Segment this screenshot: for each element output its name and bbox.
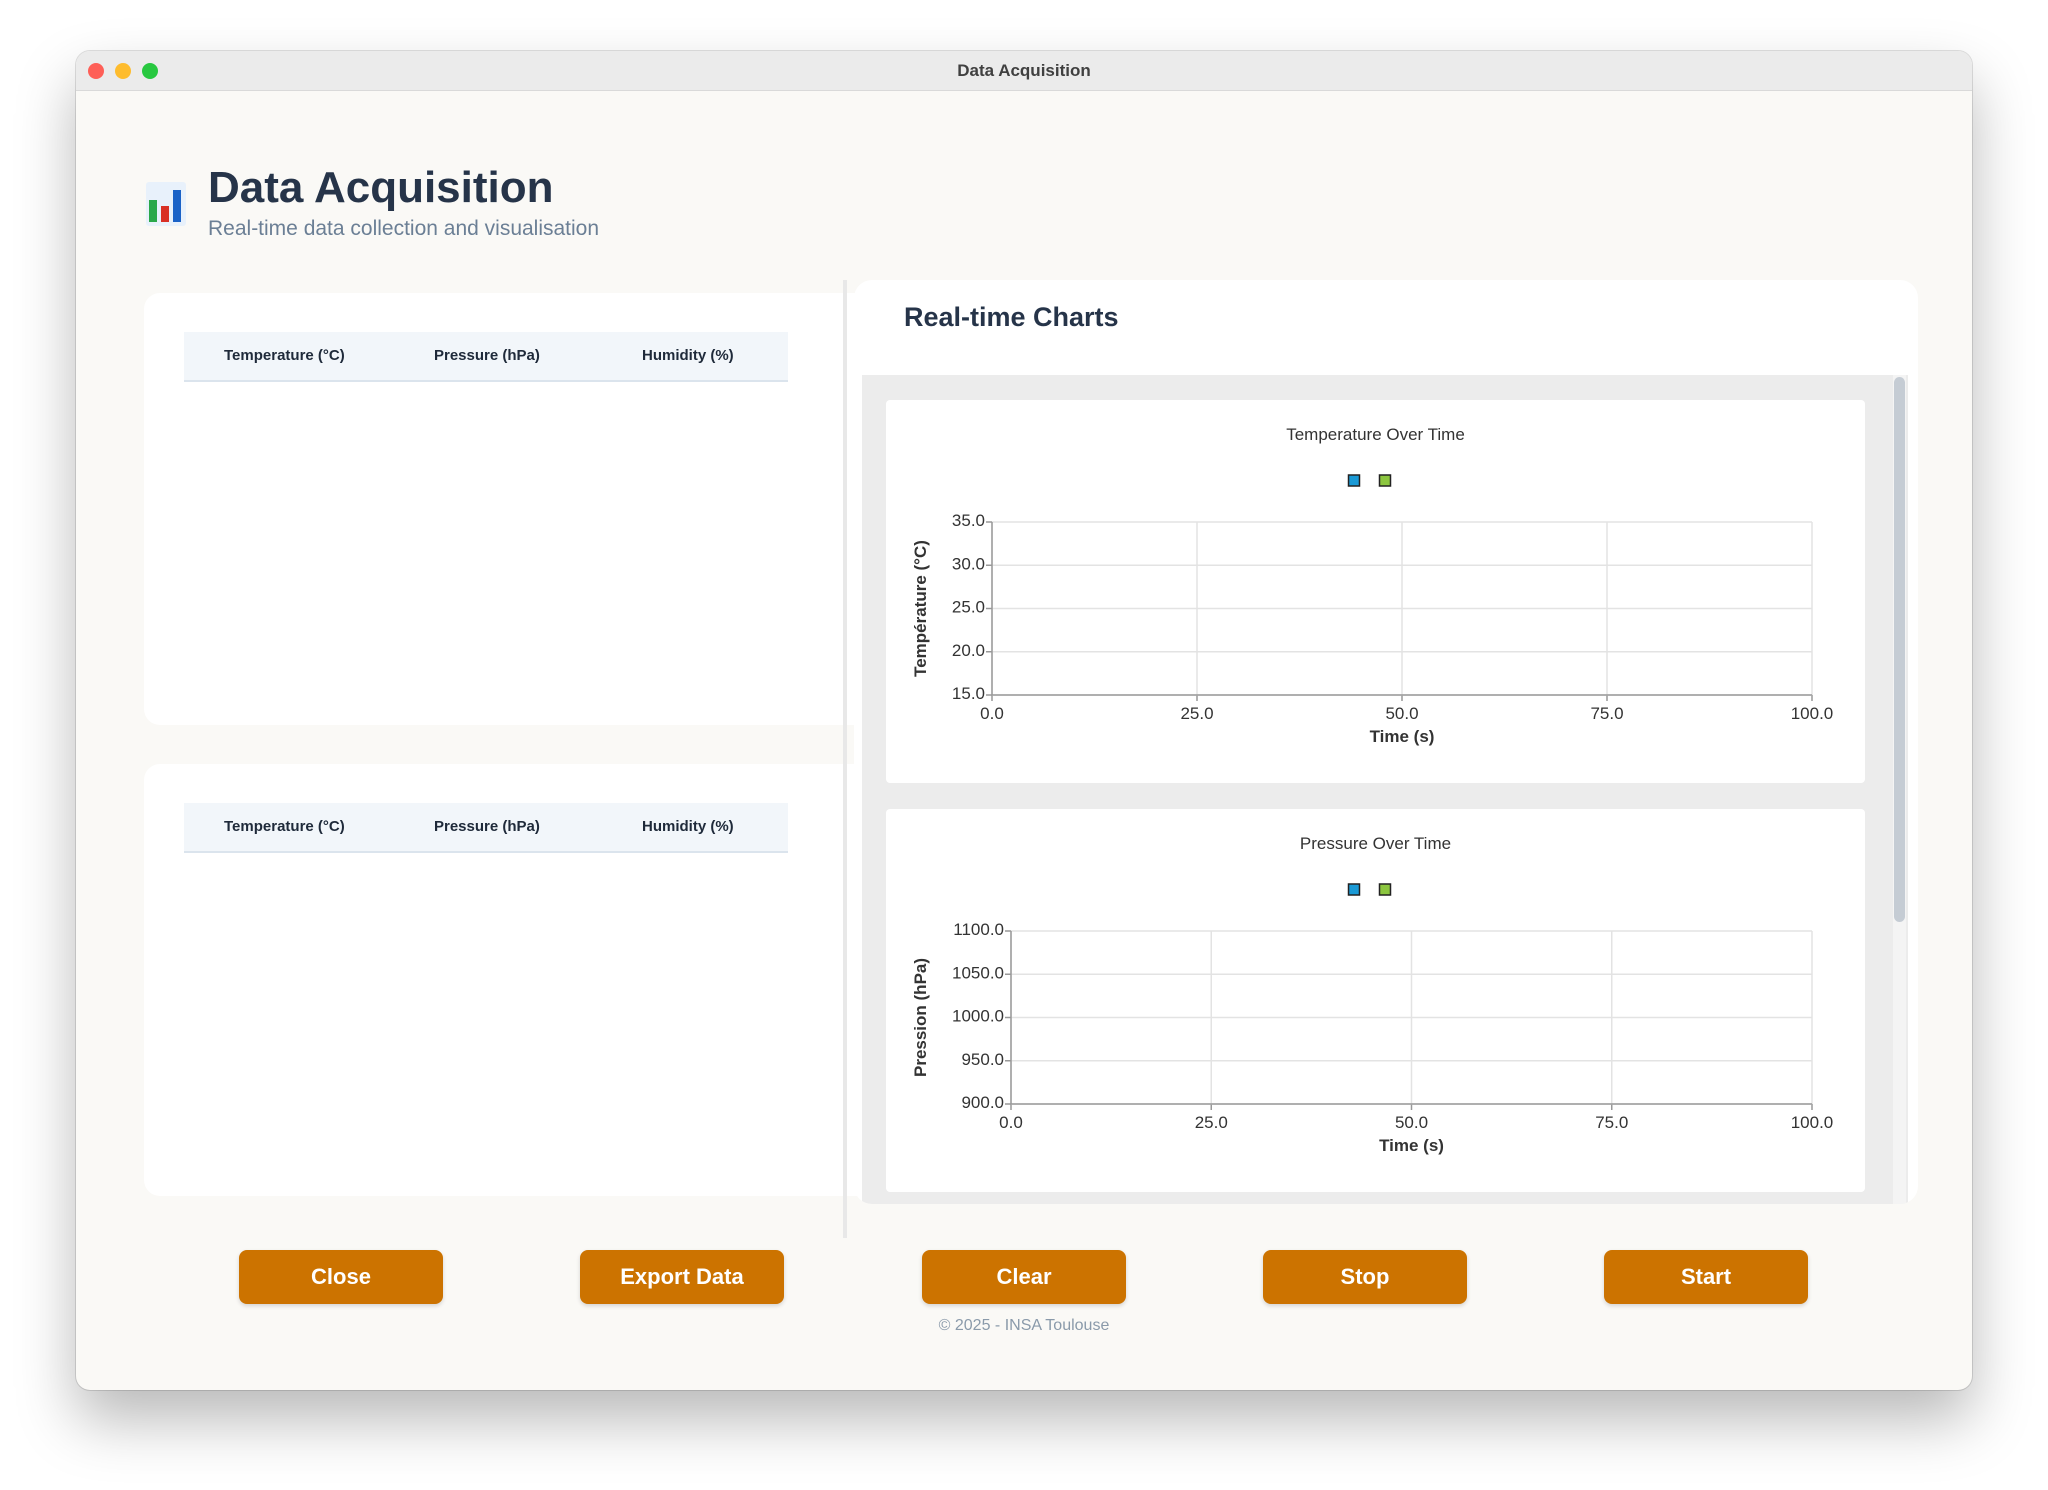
column-header-temperature: Temperature (°C) <box>224 347 345 364</box>
page-subtitle: Real-time data collection and visualisat… <box>208 217 600 240</box>
x-axis-title: Time (s) <box>1379 1136 1444 1155</box>
legend-swatch <box>1347 883 1361 896</box>
table-header: Temperature (°C) Pressure (hPa) Humidity… <box>184 803 788 853</box>
temperature-chart-card: Temperature Over Time 0.0 25.0 50.0 75.0 100.… <box>886 400 1865 783</box>
y-tick-label: 1050.0 <box>952 963 1004 982</box>
temperature-chart: Temperature Over Time 0.0 25.0 50.0 75.0 100.… <box>911 425 1834 746</box>
x-tick-label: 25.0 <box>1195 1113 1228 1132</box>
y-tick-label: 20.0 <box>952 641 985 660</box>
app-window: Data Acquisition Data Acquisition Real-t… <box>76 51 1972 1390</box>
column-header-temperature: Temperature (°C) <box>224 818 345 835</box>
start-button[interactable]: Start <box>1604 1250 1808 1304</box>
x-tick-label: 50.0 <box>1395 1113 1428 1132</box>
legend-swatch <box>1347 474 1361 487</box>
title-bar: Data Acquisition <box>76 51 1972 91</box>
charts-panel-title: Real-time Charts <box>904 302 1119 332</box>
data-table-card-2: Temperature (°C) Pressure (hPa) Humidity… <box>144 764 906 1196</box>
y-tick-label: 35.0 <box>952 511 985 530</box>
panel-divider[interactable] <box>843 280 847 1238</box>
footer-copyright: © 2025 - INSA Toulouse <box>938 1317 1110 1334</box>
y-tick-label: 30.0 <box>952 554 985 573</box>
stop-button[interactable]: Stop <box>1263 1250 1467 1304</box>
data-table-card-1: Temperature (°C) Pressure (hPa) Humidity… <box>144 293 906 725</box>
x-tick-label: 25.0 <box>1180 704 1213 723</box>
x-tick-label: 0.0 <box>980 704 1004 723</box>
x-tick-label: 100.0 <box>1791 704 1834 723</box>
y-tick-label: 25.0 <box>952 598 985 617</box>
y-tick-label: 1100.0 <box>953 920 1004 939</box>
y-tick-label: 950.0 <box>961 1050 1004 1069</box>
charts-panel: Real-time Charts Temperature Over Time 0.… <box>854 280 1918 1204</box>
x-tick-label: 75.0 <box>1590 704 1623 723</box>
page-title: Data Acquisition <box>208 163 554 212</box>
x-tick-label: 100.0 <box>1791 1113 1834 1132</box>
column-header-pressure: Pressure (hPa) <box>434 818 540 835</box>
pressure-chart-card: Pressure Over Time 0.0 25.0 50.0 75.0 100.0 90… <box>886 809 1865 1192</box>
column-header-pressure: Pressure (hPa) <box>434 347 540 364</box>
pressure-chart: Pressure Over Time 0.0 25.0 50.0 75.0 100.0 90… <box>911 834 1834 1155</box>
chart-title: Pressure Over Time <box>1300 834 1451 853</box>
chart-title: Temperature Over Time <box>1286 425 1465 444</box>
scrollbar-thumb[interactable] <box>1894 377 1905 922</box>
y-axis-title: Température (°C) <box>911 540 930 677</box>
y-tick-label: 1000.0 <box>952 1007 1004 1026</box>
window-title: Data Acquisition <box>957 61 1091 80</box>
x-tick-label: 0.0 <box>999 1113 1023 1132</box>
y-axis-title: Pression (hPa) <box>911 958 930 1077</box>
table-header: Temperature (°C) Pressure (hPa) Humidity… <box>184 332 788 382</box>
export-data-button[interactable]: Export Data <box>580 1250 784 1304</box>
x-tick-label: 75.0 <box>1595 1113 1628 1132</box>
y-tick-label: 900.0 <box>961 1093 1004 1112</box>
legend-swatch <box>1378 474 1392 487</box>
column-header-humidity: Humidity (%) <box>642 818 734 835</box>
clear-button[interactable]: Clear <box>922 1250 1126 1304</box>
legend-swatch <box>1378 883 1392 896</box>
close-button[interactable]: Close <box>239 1250 443 1304</box>
bar-chart-icon <box>146 182 186 226</box>
x-axis-title: Time (s) <box>1370 727 1435 746</box>
x-tick-label: 50.0 <box>1385 704 1418 723</box>
charts-scroll-area[interactable]: Temperature Over Time 0.0 25.0 50.0 75.0 100.… <box>862 375 1908 1204</box>
column-header-humidity: Humidity (%) <box>642 347 734 364</box>
y-tick-label: 15.0 <box>952 684 985 703</box>
